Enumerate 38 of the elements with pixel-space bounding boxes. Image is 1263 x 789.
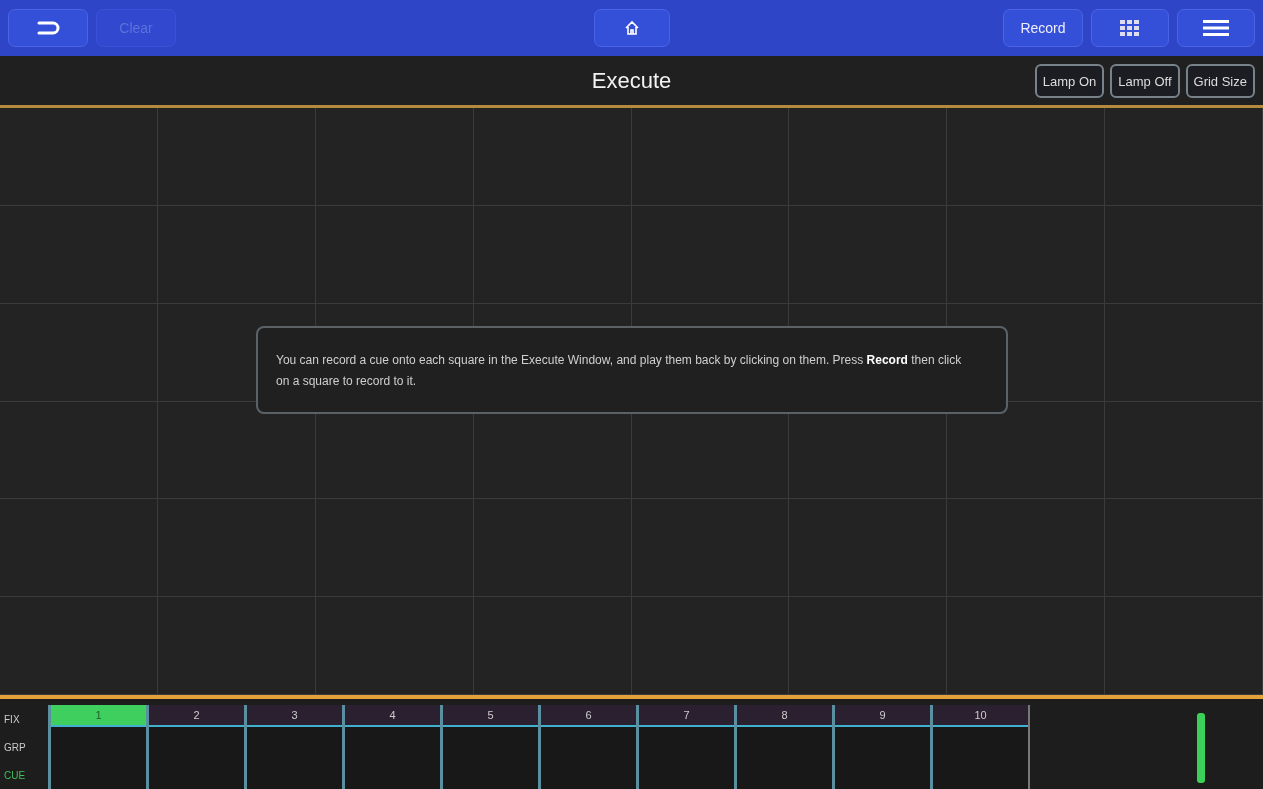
menu-icon [1201, 19, 1231, 37]
window-title: Execute [591, 67, 672, 94]
playback-number: 2 [149, 705, 244, 727]
playback-slot[interactable]: 7 [636, 705, 734, 789]
header-button[interactable]: Lamp On [1034, 64, 1105, 98]
playback-slot[interactable]: 1 [48, 705, 146, 789]
playback-slot[interactable]: 4 [342, 705, 440, 789]
home-button[interactable] [593, 9, 670, 47]
playback-number: 3 [247, 705, 342, 727]
level-meter [1197, 713, 1205, 783]
mode-label[interactable]: CUE [4, 769, 48, 781]
playback-slot[interactable]: 3 [244, 705, 342, 789]
back-button[interactable] [8, 9, 88, 47]
playback-number: 1 [51, 705, 146, 727]
help-tooltip: You can record a cue onto each square in the Execute Window, and play them back by clicking on them. Press Record then click on a square to record to it. [256, 326, 1008, 414]
playback-slot[interactable]: 10 [930, 705, 1028, 789]
mode-label[interactable]: GRP [4, 741, 48, 753]
menu-button[interactable] [1177, 9, 1255, 47]
header-button[interactable]: Lamp Off [1110, 64, 1180, 98]
playback-number: 6 [541, 705, 636, 727]
record-button[interactable]: Record [1003, 9, 1083, 47]
playback-number: 9 [835, 705, 930, 727]
playback-slot[interactable]: 5 [440, 705, 538, 789]
playback-number: 10 [933, 705, 1028, 727]
playback-slot[interactable]: 8 [734, 705, 832, 789]
back-icon [35, 20, 61, 36]
mode-label[interactable]: FIX [4, 713, 48, 725]
header-button[interactable]: Grid Size [1185, 64, 1255, 98]
grid-view-button[interactable] [1091, 9, 1169, 47]
home-icon [623, 20, 640, 36]
playback-number: 5 [443, 705, 538, 727]
playback-number: 4 [345, 705, 440, 727]
playback-number: 8 [737, 705, 832, 727]
playback-slot[interactable]: 6 [538, 705, 636, 789]
playback-number: 7 [639, 705, 734, 727]
grid-icon [1118, 18, 1142, 38]
playback-slot[interactable]: 9 [832, 705, 930, 789]
playback-slot[interactable]: 2 [146, 705, 244, 789]
